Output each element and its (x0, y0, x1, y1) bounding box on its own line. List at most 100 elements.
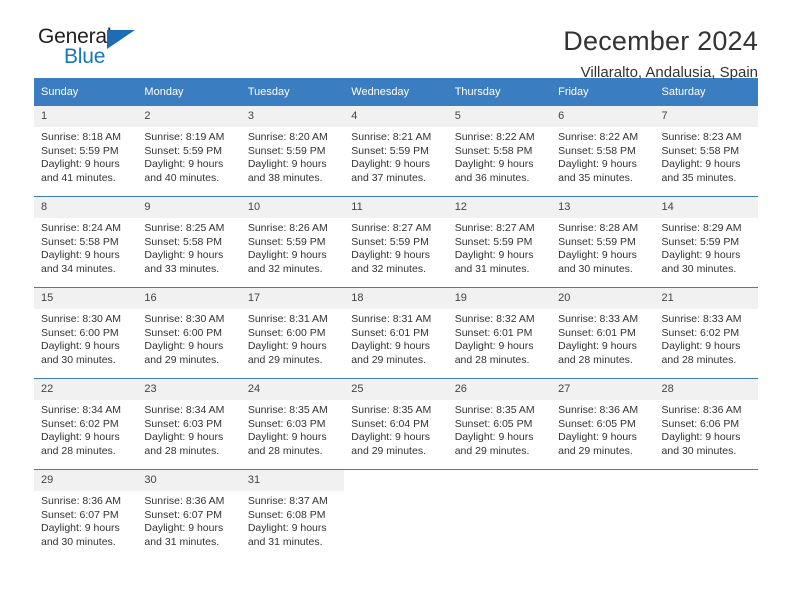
day-details: Sunrise: 8:18 AM Sunset: 5:59 PM Daylight:… (34, 127, 137, 185)
calendar-day-cell[interactable]: 8 Sunrise: 8:24 AM Sunset: 5:58 PM Daylight… (34, 196, 138, 288)
day-number: 29 (34, 470, 138, 491)
calendar-day-cell[interactable]: 12 Sunrise: 8:27 AM Sunset: 5:59 PM Dayligh… (447, 196, 552, 288)
day-detail-sunrise: Sunrise: 8:34 AM (41, 404, 121, 416)
calendar-week-row: 29 Sunrise: 8:36 AM Sunset: 6:07 PM Dayligh… (34, 469, 758, 560)
calendar-day-cell[interactable]: 5 Sunrise: 8:22 AM Sunset: 5:58 PM Daylight… (447, 106, 552, 197)
calendar-day-cell[interactable]: 25 Sunrise: 8:35 AM Sunset: 6:04 PM Dayligh… (344, 378, 448, 470)
day-detail-sunrise: Sunrise: 8:31 AM (351, 313, 432, 325)
day-detail-sunset: Sunset: 5:59 PM (144, 144, 223, 157)
day-detail-daylight-2: and 38 minutes. (247, 171, 323, 184)
day-detail-daylight-1: Daylight: 9 hours (454, 431, 534, 444)
page-header: General Blue December 2024 Villaralto, A… (34, 0, 758, 82)
calendar-day-cell[interactable]: 20 Sunrise: 8:33 AM Sunset: 6:01 PM Dayligh… (551, 287, 655, 379)
weekday-header-tuesday: Tuesday (240, 78, 345, 106)
day-number: 17 (240, 288, 345, 309)
calendar-day-cell[interactable]: 27 Sunrise: 8:36 AM Sunset: 6:05 PM Dayligh… (551, 378, 655, 470)
calendar-day-cell[interactable]: 7 Sunrise: 8:23 AM Sunset: 5:58 PM Daylight… (654, 106, 758, 197)
day-detail-daylight-1: Daylight: 9 hours (454, 249, 534, 262)
day-details: Sunrise: 8:34 AM Sunset: 6:03 PM Daylight:… (137, 400, 240, 458)
calendar-day-cell[interactable]: 31 Sunrise: 8:37 AM Sunset: 6:08 PM Dayligh… (240, 469, 345, 560)
day-detail-sunrise: Sunrise: 8:36 AM (558, 404, 639, 416)
day-detail-sunrise: Sunrise: 8:19 AM (144, 131, 225, 143)
day-details: Sunrise: 8:37 AM Sunset: 6:08 PM Daylight:… (241, 491, 344, 549)
day-number: 30 (137, 470, 241, 491)
day-detail-sunrise: Sunrise: 8:35 AM (454, 404, 535, 416)
day-number: 18 (344, 288, 448, 309)
day-details: Sunrise: 8:32 AM Sunset: 6:01 PM Daylight:… (448, 309, 551, 367)
day-detail-sunrise: Sunrise: 8:35 AM (247, 404, 328, 416)
day-detail-sunrise: Sunrise: 8:30 AM (41, 313, 121, 325)
day-details: Sunrise: 8:36 AM Sunset: 6:07 PM Daylight:… (137, 491, 240, 549)
day-detail-daylight-2: and 31 minutes. (247, 535, 323, 548)
day-detail-daylight-2: and 31 minutes. (454, 262, 530, 275)
calendar-day-cell[interactable]: 2 Sunrise: 8:19 AM Sunset: 5:59 PM Daylight… (137, 106, 241, 197)
calendar-day-cell[interactable]: 13 Sunrise: 8:28 AM Sunset: 5:59 PM Dayligh… (551, 196, 655, 288)
day-details: Sunrise: 8:27 AM Sunset: 5:59 PM Daylight:… (448, 218, 551, 276)
day-detail-daylight-2: and 30 minutes. (558, 262, 633, 275)
general-blue-logo[interactable]: General Blue (34, 26, 168, 76)
day-details: Sunrise: 8:30 AM Sunset: 6:00 PM Daylight:… (137, 309, 240, 367)
calendar-day-cell[interactable]: 18 Sunrise: 8:31 AM Sunset: 6:01 PM Dayligh… (344, 287, 448, 379)
day-detail-daylight-2: and 29 minutes. (351, 353, 426, 366)
calendar-day-cell[interactable]: 22 Sunrise: 8:34 AM Sunset: 6:02 PM Dayligh… (34, 378, 138, 470)
day-detail-sunrise: Sunrise: 8:20 AM (247, 131, 328, 143)
calendar-day-cell[interactable]: 15 Sunrise: 8:30 AM Sunset: 6:00 PM Dayligh… (34, 287, 138, 379)
day-detail-daylight-1: Daylight: 9 hours (661, 249, 741, 262)
day-detail-daylight-2: and 29 minutes. (558, 444, 633, 457)
day-details (551, 491, 654, 495)
day-detail-sunrise: Sunrise: 8:33 AM (558, 313, 639, 325)
day-details: Sunrise: 8:21 AM Sunset: 5:59 PM Daylight:… (344, 127, 447, 185)
day-detail-daylight-1: Daylight: 9 hours (247, 522, 327, 535)
day-number: 7 (654, 106, 758, 127)
weekday-header-sunday: Sunday (34, 78, 138, 106)
day-details: Sunrise: 8:25 AM Sunset: 5:58 PM Daylight:… (137, 218, 240, 276)
day-number: 15 (34, 288, 138, 309)
calendar-day-cell[interactable]: 23 Sunrise: 8:34 AM Sunset: 6:03 PM Dayligh… (137, 378, 241, 470)
calendar-day-cell[interactable]: 17 Sunrise: 8:31 AM Sunset: 6:00 PM Dayligh… (240, 287, 345, 379)
calendar-day-cell[interactable]: 9 Sunrise: 8:25 AM Sunset: 5:58 PM Daylight… (137, 196, 241, 288)
calendar-day-cell[interactable]: 1 Sunrise: 8:18 AM Sunset: 5:59 PM Daylight… (34, 106, 138, 197)
day-detail-daylight-1: Daylight: 9 hours (558, 431, 637, 444)
weekday-header-thursday: Thursday (447, 78, 552, 106)
day-detail-sunset: Sunset: 5:59 PM (41, 144, 119, 157)
calendar-day-cell[interactable]: 6 Sunrise: 8:22 AM Sunset: 5:58 PM Daylight… (551, 106, 655, 197)
blue-triangle-icon (107, 30, 135, 49)
day-detail-sunset: Sunset: 5:59 PM (558, 235, 636, 248)
calendar-day-cell[interactable]: 29 Sunrise: 8:36 AM Sunset: 6:07 PM Dayligh… (34, 469, 138, 560)
day-details: Sunrise: 8:22 AM Sunset: 5:58 PM Daylight:… (448, 127, 551, 185)
day-number: 13 (551, 197, 655, 218)
day-detail-daylight-1: Daylight: 9 hours (41, 340, 120, 353)
day-number: 26 (447, 379, 552, 400)
calendar-day-cell[interactable]: 4 Sunrise: 8:21 AM Sunset: 5:59 PM Daylight… (344, 106, 448, 197)
day-detail-sunset: Sunset: 5:58 PM (41, 235, 119, 248)
day-detail-daylight-2: and 28 minutes. (144, 444, 220, 457)
calendar-day-cell[interactable]: 24 Sunrise: 8:35 AM Sunset: 6:03 PM Dayligh… (240, 378, 345, 470)
day-details (448, 491, 551, 495)
calendar-day-cell[interactable]: 10 Sunrise: 8:26 AM Sunset: 5:59 PM Dayligh… (240, 196, 345, 288)
day-detail-daylight-2: and 33 minutes. (144, 262, 220, 275)
calendar-week-row: 22 Sunrise: 8:34 AM Sunset: 6:02 PM Dayligh… (34, 378, 758, 470)
day-detail-daylight-1: Daylight: 9 hours (558, 158, 637, 171)
calendar-day-cell[interactable]: 28 Sunrise: 8:36 AM Sunset: 6:06 PM Dayligh… (654, 378, 758, 470)
day-detail-daylight-1: Daylight: 9 hours (454, 340, 534, 353)
day-detail-sunrise: Sunrise: 8:36 AM (661, 404, 742, 416)
calendar-day-cell[interactable]: 26 Sunrise: 8:35 AM Sunset: 6:05 PM Dayligh… (447, 378, 552, 470)
calendar-day-cell[interactable]: 3 Sunrise: 8:20 AM Sunset: 5:59 PM Daylight… (240, 106, 345, 197)
calendar-day-cell[interactable]: 14 Sunrise: 8:29 AM Sunset: 5:59 PM Dayligh… (654, 196, 758, 288)
day-detail-daylight-1: Daylight: 9 hours (351, 249, 431, 262)
day-number: 14 (654, 197, 758, 218)
day-detail-daylight-1: Daylight: 9 hours (41, 431, 120, 444)
month-calendar: Sunday Monday Tuesday Wednesday Thursday Frid… (34, 78, 758, 560)
calendar-day-cell[interactable]: 19 Sunrise: 8:32 AM Sunset: 6:01 PM Dayligh… (447, 287, 552, 379)
day-details: Sunrise: 8:35 AM Sunset: 6:04 PM Daylight:… (344, 400, 447, 458)
calendar-cell-empty (344, 469, 448, 560)
calendar-day-cell[interactable]: 16 Sunrise: 8:30 AM Sunset: 6:00 PM Dayligh… (137, 287, 241, 379)
calendar-day-cell[interactable]: 21 Sunrise: 8:33 AM Sunset: 6:02 PM Dayligh… (654, 287, 758, 379)
day-detail-daylight-2: and 29 minutes. (144, 353, 220, 366)
day-detail-sunrise: Sunrise: 8:30 AM (144, 313, 225, 325)
day-number: 6 (551, 106, 655, 127)
page-subtitle: Villaralto, Andalusia, Spain (580, 64, 758, 81)
day-detail-sunset: Sunset: 5:58 PM (454, 144, 533, 157)
calendar-day-cell[interactable]: 30 Sunrise: 8:36 AM Sunset: 6:07 PM Dayligh… (137, 469, 241, 560)
calendar-day-cell[interactable]: 11 Sunrise: 8:27 AM Sunset: 5:59 PM Dayligh… (344, 196, 448, 288)
